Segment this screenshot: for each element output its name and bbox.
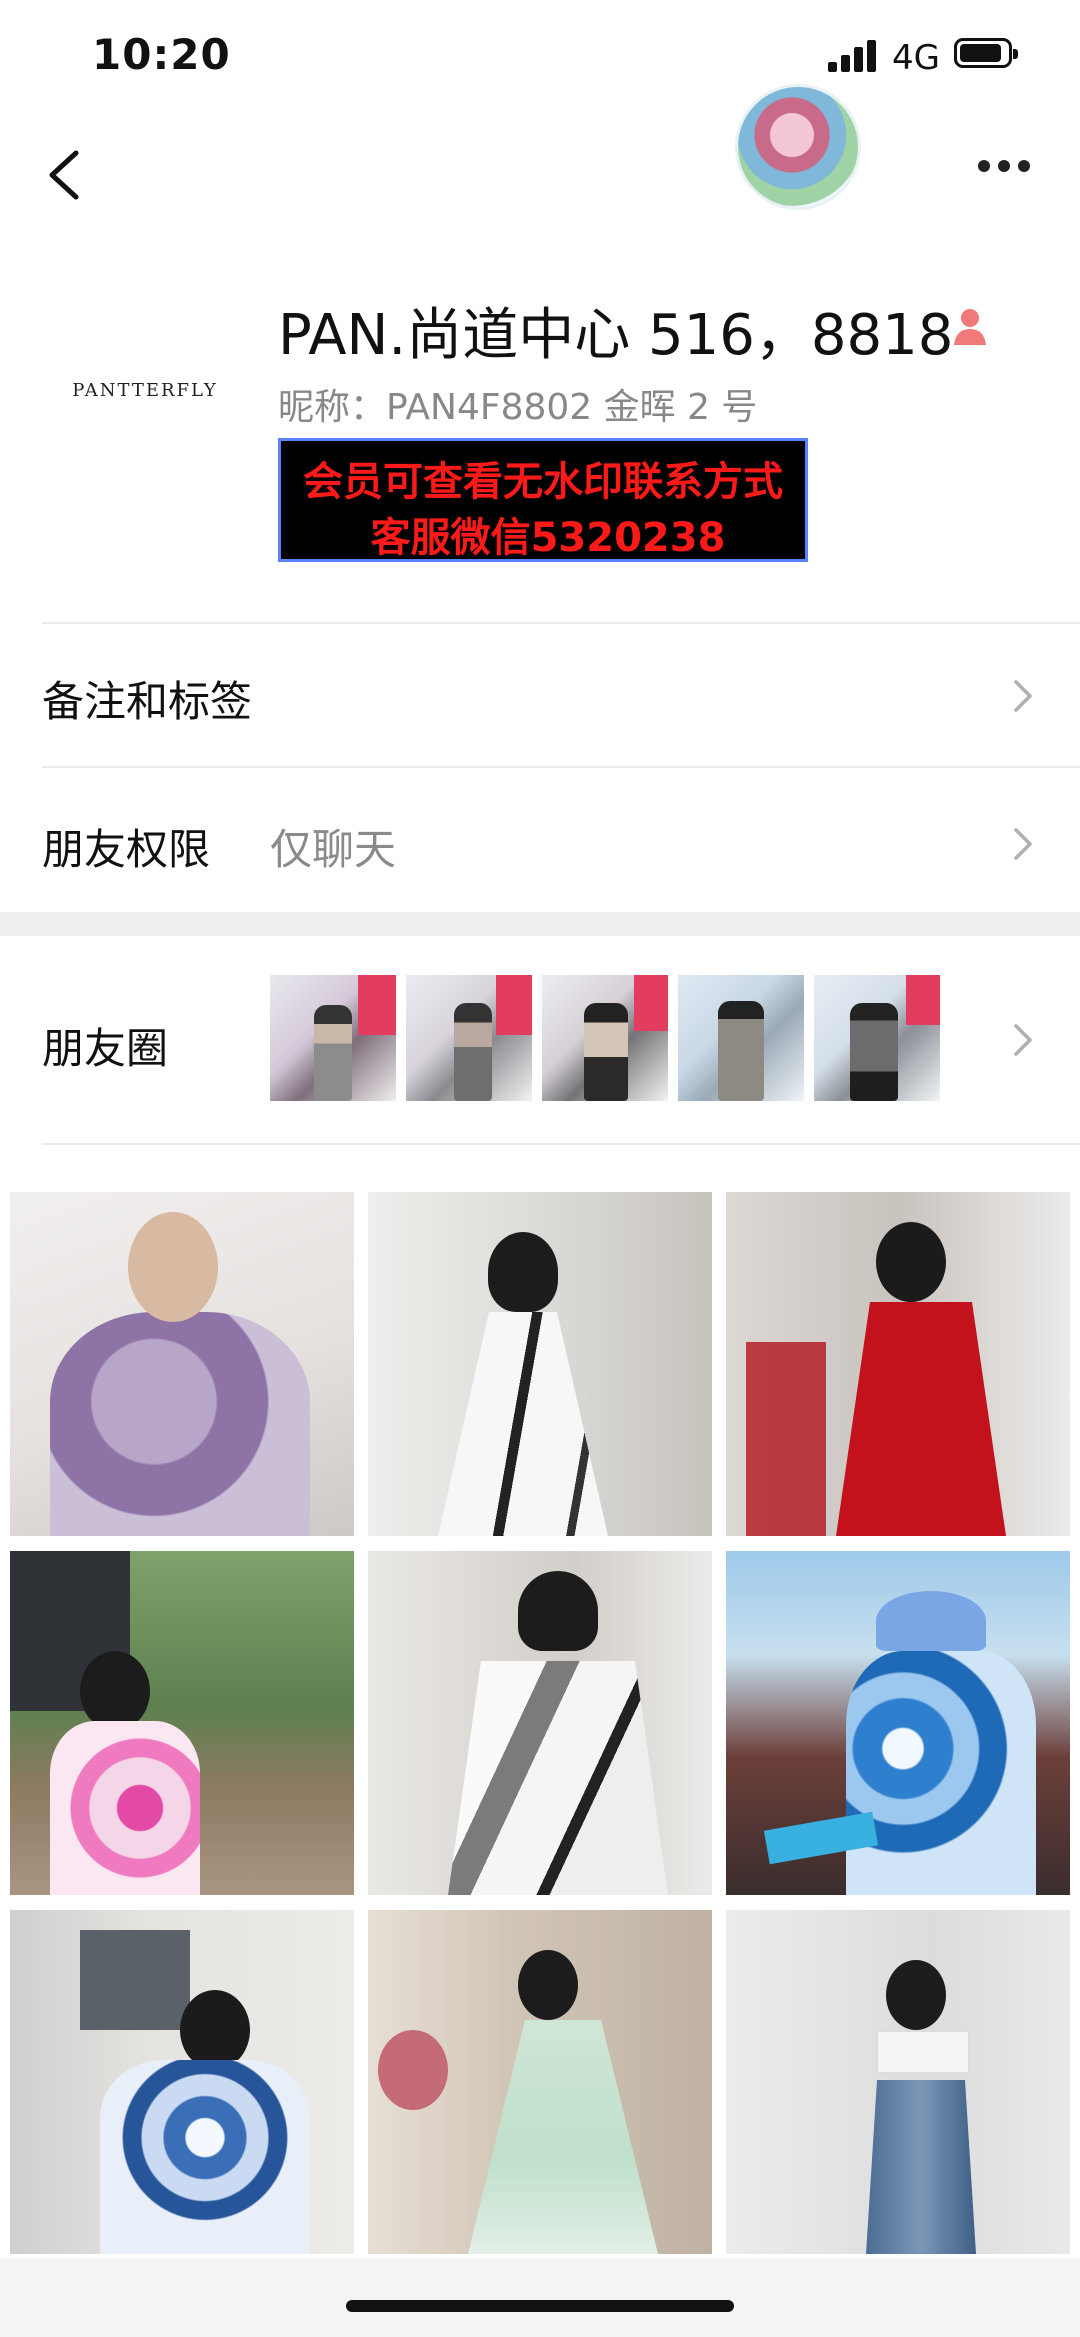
grid-photo[interactable] bbox=[726, 1551, 1070, 1895]
status-time: 10:20 bbox=[92, 30, 231, 79]
profile-logo[interactable]: PANTTERFLY bbox=[40, 380, 250, 401]
section-separator bbox=[0, 912, 1080, 936]
banner-line-1: 会员可查看无水印联系方式 bbox=[303, 459, 783, 505]
grid-photo[interactable] bbox=[368, 1910, 712, 2254]
nickname: 昵称：PAN4F8802 金晖 2 号 bbox=[278, 387, 758, 428]
grid-photo[interactable] bbox=[726, 1192, 1070, 1536]
contact-name: PAN.尚道中心 516，8818 bbox=[278, 303, 954, 368]
home-indicator[interactable] bbox=[346, 2300, 734, 2312]
remarks-label: 备注和标签 bbox=[42, 677, 253, 726]
avatar[interactable] bbox=[735, 84, 861, 210]
grid-photo[interactable] bbox=[726, 1910, 1070, 2254]
moment-thumbnail[interactable] bbox=[542, 975, 668, 1101]
home-bar-area bbox=[0, 2258, 1080, 2337]
grid-photo[interactable] bbox=[10, 1192, 354, 1536]
network-type: 4G bbox=[892, 38, 940, 78]
divider bbox=[42, 766, 1080, 768]
grid-photo[interactable] bbox=[368, 1192, 712, 1536]
chevron-right-icon bbox=[1014, 828, 1032, 860]
moment-thumbnail[interactable] bbox=[814, 975, 940, 1101]
signal-icon bbox=[828, 38, 880, 72]
grid-photo[interactable] bbox=[10, 1910, 354, 2254]
grid-photo[interactable] bbox=[368, 1551, 712, 1895]
back-icon[interactable] bbox=[40, 145, 90, 205]
chevron-right-icon bbox=[1014, 1024, 1032, 1056]
permissions-value: 仅聊天 bbox=[270, 825, 397, 874]
permissions-label: 朋友权限 bbox=[42, 825, 211, 874]
chevron-right-icon bbox=[1014, 680, 1032, 712]
moment-thumbnail[interactable] bbox=[406, 975, 532, 1101]
more-icon[interactable] bbox=[978, 160, 1030, 174]
battery-icon bbox=[954, 38, 1018, 68]
watermark-banner: 会员可查看无水印联系方式 客服微信5320238 bbox=[278, 438, 808, 562]
female-icon bbox=[954, 309, 986, 345]
moment-thumbnail[interactable] bbox=[678, 975, 804, 1101]
grid-photo[interactable] bbox=[10, 1551, 354, 1895]
moment-thumbnail[interactable] bbox=[270, 975, 396, 1101]
divider bbox=[42, 1143, 1080, 1145]
moments-label: 朋友圈 bbox=[42, 1024, 169, 1073]
divider bbox=[42, 622, 1080, 624]
banner-line-2: 客服微信5320238 bbox=[370, 515, 726, 561]
